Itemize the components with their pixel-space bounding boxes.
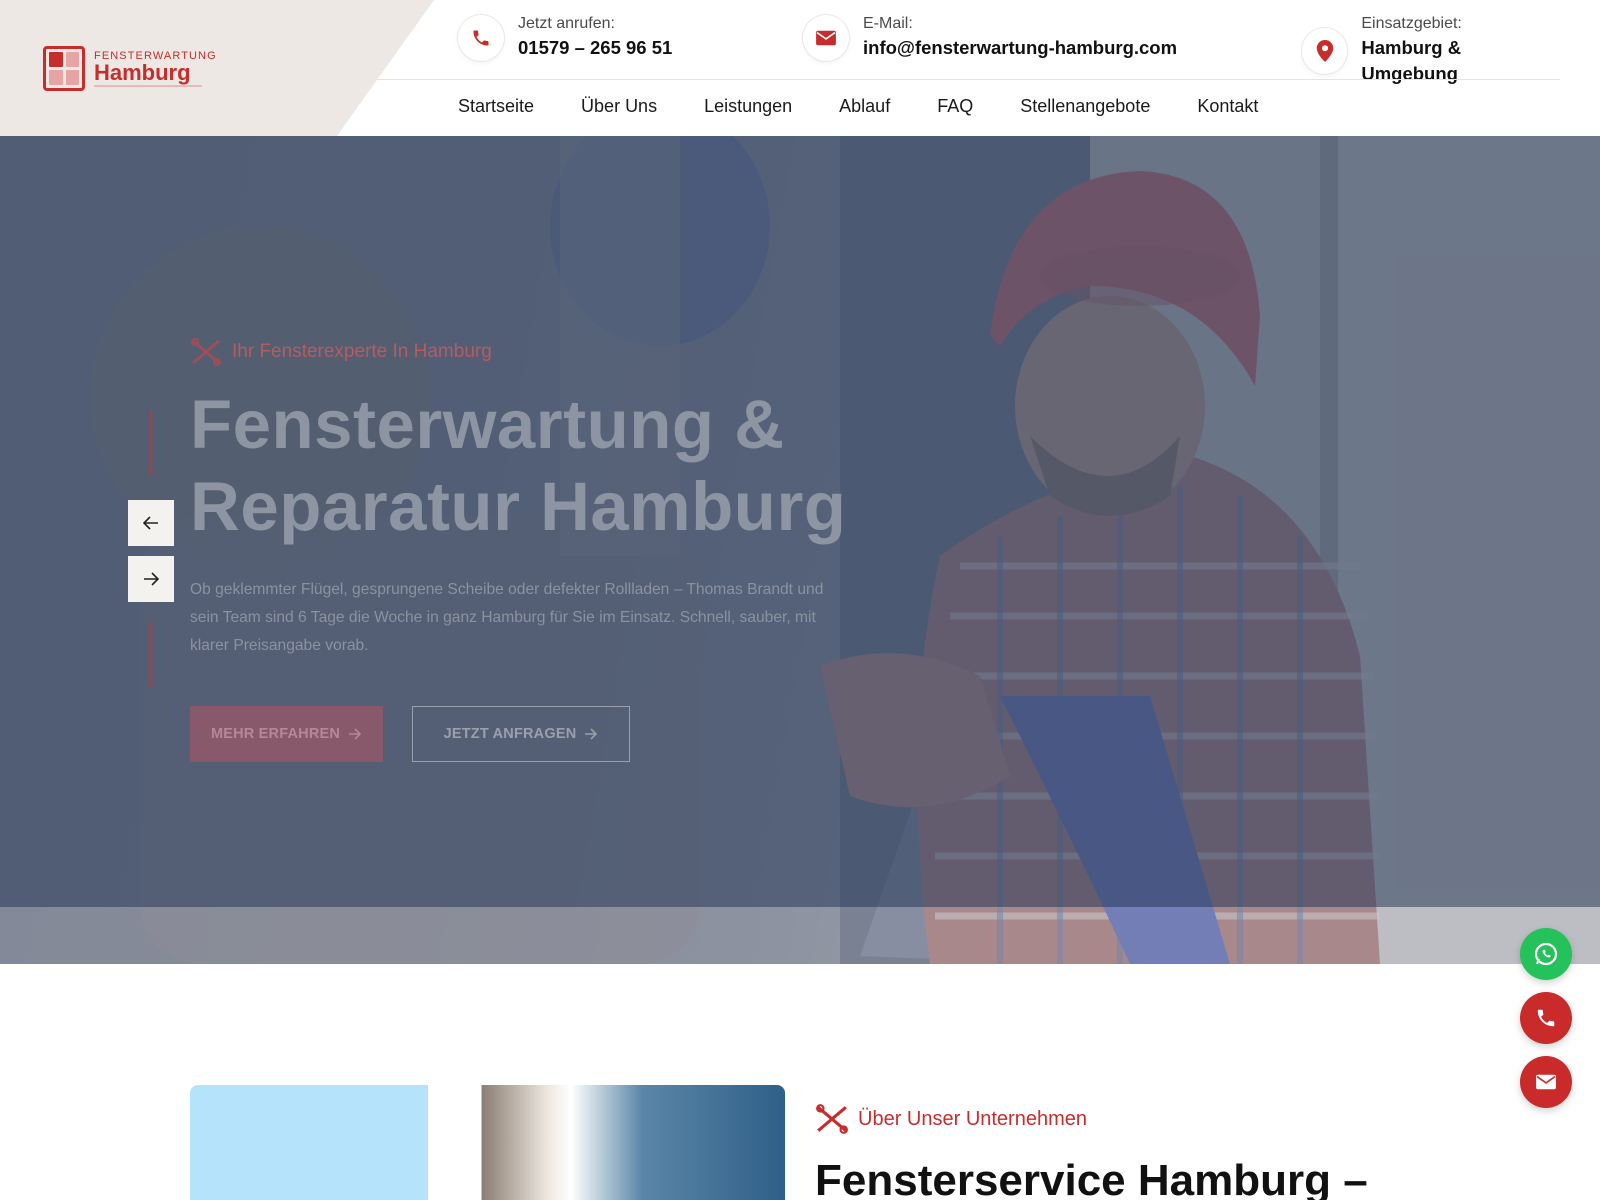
contact-phone-label: Jetzt anrufen:	[518, 15, 615, 32]
phone-icon	[1537, 1009, 1555, 1027]
about-image	[190, 1085, 785, 1200]
contact-phone[interactable]: Jetzt anrufen: 01579 – 265 96 51	[458, 14, 672, 61]
contact-service-area: Einsatzgebiet: Hamburg & Umgebung	[1302, 14, 1560, 87]
whatsapp-button[interactable]	[1520, 928, 1572, 980]
map-pin-icon	[1302, 27, 1348, 74]
hero-slider: Ihr Fensterexperte In Hamburg Fensterwar…	[0, 136, 1600, 964]
slide-prev-button[interactable]	[128, 500, 174, 546]
phone-icon	[458, 14, 504, 61]
contact-email-label: E-Mail:	[863, 15, 913, 32]
request-now-button[interactable]: JETZT ANFRAGEN	[412, 706, 630, 762]
envelope-icon	[803, 14, 849, 61]
arrow-right-icon	[349, 728, 362, 740]
hero-heading-line-2: Reparatur Hamburg	[190, 468, 847, 545]
nav-item-leistungen[interactable]: Leistungen	[704, 96, 792, 117]
hero-tag-text: Ihr Fensterexperte In Hamburg	[232, 341, 492, 362]
site-logo[interactable]: FENSTERWARTUNG Hamburg	[43, 46, 217, 91]
call-button[interactable]	[1520, 992, 1572, 1044]
envelope-icon	[1536, 1074, 1556, 1090]
slide-next-button[interactable]	[128, 556, 174, 602]
email-button[interactable]	[1520, 1056, 1572, 1108]
nav-item-kontakt[interactable]: Kontakt	[1197, 96, 1258, 117]
header-contacts: Jetzt anrufen: 01579 – 265 96 51 E-Mail:…	[458, 14, 1560, 84]
hero-heading-line-1: Fensterwartung &	[190, 386, 785, 463]
about-tagline: Über Unser Unternehmen	[815, 1104, 1087, 1134]
logo-title: Hamburg	[94, 62, 202, 87]
hero-tagline: Ihr Fensterexperte In Hamburg	[190, 338, 492, 366]
slider-indicator-bottom	[150, 622, 152, 687]
nav-item-ablauf[interactable]: Ablauf	[839, 96, 890, 117]
whatsapp-icon	[1534, 942, 1558, 966]
contact-email-value[interactable]: info@fensterwartung-hamburg.com	[863, 35, 1177, 61]
hero-heading: Fensterwartung & Reparatur Hamburg	[190, 384, 846, 548]
nav-item-stellenangebote[interactable]: Stellenangebote	[1020, 96, 1150, 117]
arrow-right-icon	[144, 572, 159, 586]
tools-icon	[816, 1104, 848, 1134]
more-info-label: MEHR ERFAHREN	[210, 726, 341, 742]
main-navigation: Startseite Über Uns Leistungen Ablauf FA…	[458, 96, 1305, 117]
request-now-label: JETZT ANFRAGEN	[443, 726, 577, 742]
window-logo-icon	[43, 46, 85, 91]
header-divider	[377, 79, 1560, 80]
contact-email[interactable]: E-Mail: info@fensterwartung-hamburg.com	[803, 14, 1177, 61]
nav-item-startseite[interactable]: Startseite	[458, 96, 534, 117]
about-heading: Fensterservice Hamburg –	[815, 1156, 1368, 1200]
nav-item-faq[interactable]: FAQ	[937, 96, 973, 117]
contact-phone-value[interactable]: 01579 – 265 96 51	[518, 35, 672, 61]
arrow-left-icon	[143, 516, 158, 530]
nav-item-ueber-uns[interactable]: Über Uns	[581, 96, 657, 117]
arrow-right-icon	[585, 728, 598, 740]
about-tag-text: Über Unser Unternehmen	[858, 1107, 1087, 1130]
hero-description: Ob geklemmter Flügel, gesprungene Scheib…	[190, 581, 824, 654]
contact-area-label: Einsatzgebiet:	[1361, 15, 1462, 32]
tools-icon	[191, 338, 221, 366]
hero-bottom-band	[0, 907, 1600, 964]
slider-indicator-top	[150, 411, 152, 476]
more-info-button[interactable]: MEHR ERFAHREN	[190, 706, 383, 762]
site-header: FENSTERWARTUNG Hamburg Jetzt anrufen: 01…	[0, 0, 1600, 136]
